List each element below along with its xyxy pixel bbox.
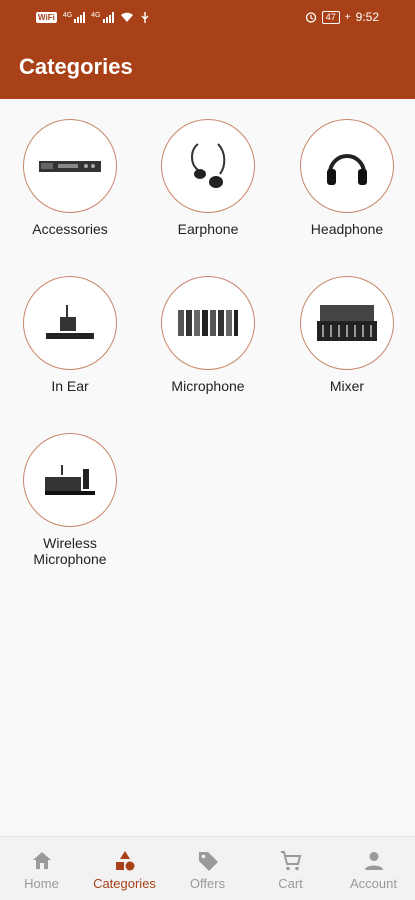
category-mixer[interactable]: Mixer bbox=[277, 276, 415, 394]
category-earphone[interactable]: Earphone bbox=[138, 119, 278, 237]
battery-indicator: 47 bbox=[321, 10, 340, 24]
nav-categories[interactable]: Categories bbox=[83, 837, 166, 900]
nav-label: Offers bbox=[189, 876, 226, 891]
earphone-icon bbox=[191, 143, 226, 188]
nav-label: Cart bbox=[278, 876, 303, 891]
category-label: In Ear bbox=[51, 378, 89, 394]
signal-icon: 4G bbox=[91, 11, 114, 23]
home-icon bbox=[32, 852, 51, 869]
rack-unit-icon bbox=[39, 161, 101, 172]
category-label: Wireless Microphone bbox=[33, 535, 107, 567]
category-label: Mixer bbox=[329, 378, 365, 394]
nav-label: Account bbox=[350, 876, 397, 891]
category-accessories[interactable]: Accessories bbox=[0, 119, 140, 237]
account-icon bbox=[364, 852, 383, 870]
category-image bbox=[161, 276, 255, 370]
wifi-icon bbox=[120, 12, 133, 22]
categories-icon bbox=[115, 851, 134, 871]
bottom-navigation: Home Categories Offers Cart Account bbox=[0, 836, 415, 900]
category-microphone[interactable]: Microphone bbox=[138, 276, 278, 394]
page-title: Categories bbox=[19, 54, 133, 79]
alarm-icon bbox=[305, 12, 316, 23]
charging-icon: + bbox=[344, 11, 351, 23]
clock: 9:52 bbox=[355, 10, 379, 24]
app-bar: WiFi 4G 4G 47 + 9:52 Categories bbox=[0, 0, 415, 99]
usb-icon bbox=[141, 11, 148, 23]
category-image bbox=[23, 276, 117, 370]
category-image bbox=[161, 119, 255, 213]
category-headphone[interactable]: Headphone bbox=[277, 119, 415, 237]
status-bar: WiFi 4G 4G 47 + 9:52 bbox=[0, 0, 415, 34]
category-in-ear[interactable]: In Ear bbox=[0, 276, 140, 394]
wifi-calling-badge: WiFi bbox=[36, 11, 57, 23]
category-image bbox=[23, 433, 117, 527]
in-ear-monitor-icon bbox=[46, 305, 94, 339]
wireless-mic-icon bbox=[45, 465, 95, 495]
category-image bbox=[300, 276, 394, 370]
signal-icon: 4G bbox=[63, 11, 86, 23]
tag-icon bbox=[198, 852, 218, 871]
category-image bbox=[23, 119, 117, 213]
category-wireless-microphone[interactable]: Wireless Microphone bbox=[0, 433, 140, 567]
category-image bbox=[300, 119, 394, 213]
mixer-icon bbox=[317, 305, 377, 341]
headphone-icon bbox=[327, 154, 367, 185]
category-label: Microphone bbox=[171, 378, 245, 394]
category-label: Headphone bbox=[310, 221, 384, 237]
nav-cart[interactable]: Cart bbox=[249, 837, 332, 900]
category-label: Accessories bbox=[32, 221, 108, 237]
cart-icon bbox=[280, 851, 301, 871]
category-label: Earphone bbox=[177, 221, 239, 237]
nav-label: Home bbox=[24, 876, 59, 891]
nav-offers[interactable]: Offers bbox=[166, 837, 249, 900]
microphone-icon bbox=[178, 310, 238, 336]
nav-label: Categories bbox=[93, 876, 156, 891]
nav-account[interactable]: Account bbox=[332, 837, 415, 900]
nav-home[interactable]: Home bbox=[0, 837, 83, 900]
